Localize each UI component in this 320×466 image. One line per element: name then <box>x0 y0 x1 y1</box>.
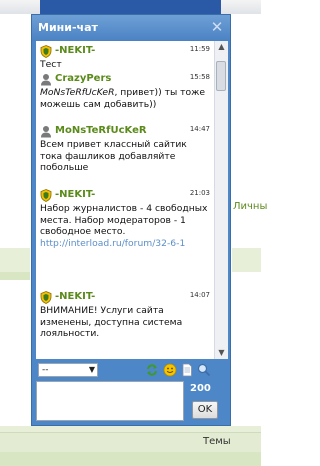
chat-message: -NEKIT- 21:03 Набор журналистов - 4 своб… <box>40 189 210 249</box>
message-nick[interactable]: -NEKIT- <box>55 45 95 56</box>
close-icon[interactable]: ✕ <box>209 19 225 35</box>
page-header-strip <box>0 0 261 14</box>
message-time: 21:03 <box>189 189 210 197</box>
message-text: MoNsTeRfUcKeR, привет)) ты тоже можешь с… <box>40 87 210 110</box>
chat-message: MoNsTeRfUcKeR 14:47 Всем привет классный… <box>40 125 210 174</box>
chat-toolbar: -- ▼ <box>36 361 228 379</box>
scroll-up-icon[interactable]: ▲ <box>215 41 228 53</box>
user-icon <box>41 126 51 138</box>
chat-message-input[interactable] <box>36 381 184 421</box>
chat-select-value: -- <box>42 365 49 375</box>
send-button[interactable]: OK <box>192 401 218 419</box>
chevron-down-icon: ▼ <box>88 365 95 374</box>
chat-messages-list[interactable]: -NEKIT- 11:59 Тест CrazyPers 15:58 MoNsT… <box>36 41 228 359</box>
mini-chat-titlebar: Мини-чат ✕ <box>32 15 230 41</box>
chat-message: -NEKIT- 11:59 Тест <box>40 45 210 71</box>
page-row-stripe <box>232 248 261 272</box>
message-time: 14:07 <box>189 291 210 299</box>
page-row-stripe <box>0 272 30 280</box>
scroll-thumb[interactable] <box>216 61 226 91</box>
message-time: 11:59 <box>189 45 210 53</box>
chat-message: CrazyPers 15:58 MoNsTeRfUcKeR, привет)) … <box>40 73 210 110</box>
message-mention: MoNsTeRfUcKeR <box>40 87 115 98</box>
smiley-icon[interactable] <box>163 363 177 377</box>
mini-chat-title: Мини-чат <box>38 21 98 34</box>
message-text: Набор журналистов - 4 свободных места. Н… <box>40 203 208 237</box>
message-nick[interactable]: -NEKIT- <box>55 189 95 200</box>
page-side-link[interactable]: Личны <box>233 201 267 212</box>
char-counter: 200 <box>190 383 211 394</box>
scroll-down-icon[interactable]: ▼ <box>215 347 228 359</box>
refresh-icon[interactable] <box>145 363 159 377</box>
search-icon[interactable] <box>197 363 211 377</box>
message-nick[interactable]: CrazyPers <box>55 73 111 84</box>
message-text: Тест <box>40 59 62 70</box>
shield-icon <box>40 45 52 58</box>
message-text: Всем привет классный сайтик тока фашлико… <box>40 139 187 173</box>
document-icon[interactable] <box>180 363 194 377</box>
message-nick[interactable]: -NEKIT- <box>55 291 95 302</box>
shield-icon <box>40 291 52 304</box>
mini-chat-window: Мини-чат ✕ -NEKIT- 11:59 Тест CrazyPers … <box>31 14 231 426</box>
shield-icon <box>40 189 52 202</box>
chat-message: -NEKIT- 14:07 ВНИМАНИЕ! Услуги сайта изм… <box>40 291 210 340</box>
page-right-area <box>230 14 261 444</box>
message-text: ВНИМАНИЕ! Услуги сайта изменены, доступн… <box>40 305 183 339</box>
chat-scrollbar[interactable]: ▲ ▼ <box>214 41 228 359</box>
user-icon <box>41 74 51 86</box>
table-header-topics: Темы <box>203 436 231 447</box>
page-row-stripe <box>0 248 30 272</box>
message-nick[interactable]: MoNsTeRfUcKeR <box>55 125 147 136</box>
message-link[interactable]: http://interload.ru/forum/32-6-1 <box>40 238 210 250</box>
page-bottom-strip <box>0 452 261 466</box>
chat-select[interactable]: -- ▼ <box>38 363 98 377</box>
message-time: 15:58 <box>189 73 210 81</box>
message-time: 14:47 <box>189 125 210 133</box>
page-left-area <box>0 14 30 466</box>
